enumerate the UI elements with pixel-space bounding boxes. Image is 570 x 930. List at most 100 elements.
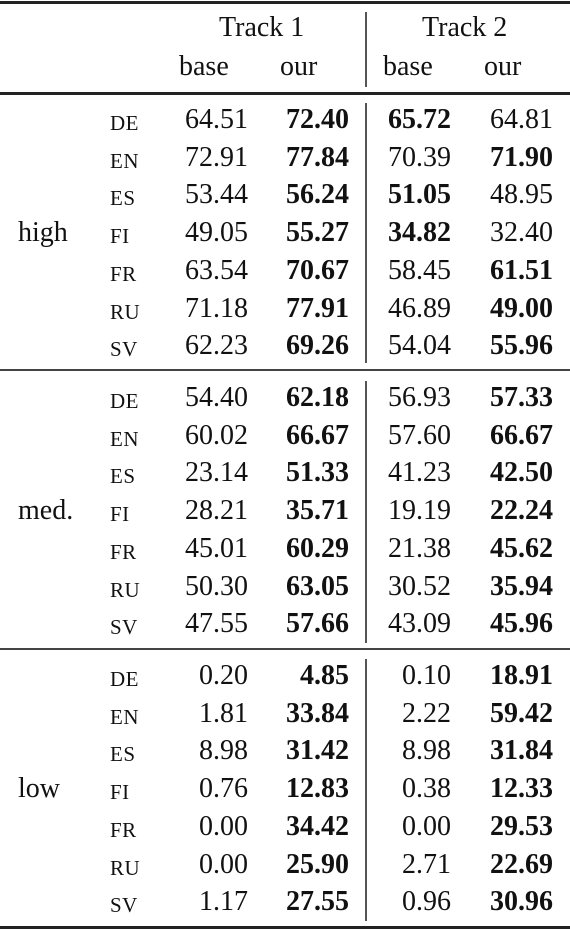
score-t2-base: 57.60 (388, 419, 451, 451)
score-t2-our: 59.42 (490, 697, 553, 729)
score-t1-base: 0.00 (199, 848, 248, 880)
score-t1-our: 35.71 (286, 495, 349, 527)
score-t1-base: 0.76 (199, 773, 248, 805)
score-t1-base: 49.05 (185, 217, 248, 249)
language-code: DE (110, 111, 139, 135)
score-t2-our: 29.53 (490, 810, 553, 842)
track-1-header: Track 1 (219, 12, 305, 43)
score-t1-base: 53.44 (185, 179, 248, 211)
score-t1-base: 1.17 (199, 886, 248, 918)
score-t1-base: 64.51 (185, 104, 248, 135)
score-t2-base: 30.52 (388, 570, 451, 602)
score-t2-our: 18.91 (490, 660, 553, 691)
header-rule (0, 92, 570, 95)
language-code: EN (110, 704, 139, 729)
score-t2-our: 48.95 (490, 179, 553, 211)
language-code: FR (110, 817, 137, 842)
score-t2-our: 22.24 (490, 495, 553, 527)
score-t2-our: 31.84 (490, 735, 553, 767)
track-2-base-header: base (383, 51, 433, 82)
language-code: FI (110, 502, 130, 527)
language-code: FI (110, 224, 130, 249)
score-t2-base: 54.04 (388, 330, 451, 362)
top-rule (0, 1, 570, 4)
score-t2-base: 65.72 (388, 104, 451, 135)
score-t1-our: 31.42 (286, 735, 349, 767)
score-t1-our: 4.85 (300, 660, 349, 691)
score-t1-our: 56.24 (286, 179, 349, 211)
language-code: ES (110, 742, 136, 767)
group-divider-high-med (0, 369, 570, 371)
score-t1-base: 8.98 (199, 735, 248, 767)
track-2-our-header: our (484, 51, 522, 82)
score-t1-our: 72.40 (286, 104, 349, 135)
score-t2-our: 64.81 (490, 104, 553, 135)
score-t1-base: 0.00 (199, 810, 248, 842)
score-t1-base: 50.30 (185, 570, 248, 602)
language-code: SV (110, 337, 138, 362)
score-t1-base: 23.14 (185, 457, 248, 489)
language-code: DE (110, 667, 139, 691)
score-t1-our: 57.66 (286, 608, 349, 640)
bottom-rule (0, 926, 570, 929)
score-t2-base: 43.09 (388, 608, 451, 640)
group-label: med. (18, 495, 74, 527)
score-t1-our: 77.91 (286, 292, 349, 324)
score-t2-base: 2.71 (402, 848, 451, 880)
language-code: ES (110, 186, 136, 211)
track-1-base-header: base (179, 51, 229, 82)
score-t1-base: 0.20 (199, 660, 248, 691)
score-t2-base: 56.93 (388, 382, 451, 413)
track-separator-header (365, 12, 367, 87)
language-code: ES (110, 464, 136, 489)
score-t1-base: 47.55 (185, 608, 248, 640)
score-t1-our: 77.84 (286, 141, 349, 173)
track-1-our-header: our (280, 51, 318, 82)
score-t1-our: 60.29 (286, 532, 349, 564)
language-code: DE (110, 389, 139, 413)
score-t1-base: 28.21 (185, 495, 248, 527)
track-2-header: Track 2 (422, 12, 508, 43)
score-t2-our: 35.94 (490, 570, 553, 602)
language-code: SV (110, 893, 138, 918)
language-code: RU (110, 299, 141, 324)
score-t2-base: 21.38 (388, 532, 451, 564)
score-t1-our: 33.84 (286, 697, 349, 729)
language-code: FR (110, 539, 137, 564)
score-t1-base: 71.18 (185, 292, 248, 324)
score-t1-our: 25.90 (286, 848, 349, 880)
score-t1-base: 45.01 (185, 532, 248, 564)
score-t1-our: 69.26 (286, 330, 349, 362)
score-t2-base: 58.45 (388, 254, 451, 286)
score-t1-base: 1.81 (199, 697, 248, 729)
score-t2-base: 34.82 (388, 217, 451, 249)
score-t1-our: 62.18 (286, 382, 349, 413)
score-t2-base: 0.00 (402, 810, 451, 842)
score-t1-our: 70.67 (286, 254, 349, 286)
score-t2-base: 70.39 (388, 141, 451, 173)
score-t1-our: 51.33 (286, 457, 349, 489)
score-t2-base: 8.98 (402, 735, 451, 767)
score-t2-our: 22.69 (490, 848, 553, 880)
score-t2-our: 61.51 (490, 254, 553, 286)
score-t2-our: 32.40 (490, 217, 553, 249)
score-t1-our: 12.83 (286, 773, 349, 805)
score-t1-base: 63.54 (185, 254, 248, 286)
score-t1-our: 27.55 (286, 886, 349, 918)
language-code: FR (110, 261, 137, 286)
score-t2-our: 66.67 (490, 419, 553, 451)
score-t2-our: 55.96 (490, 330, 553, 362)
score-t2-our: 45.96 (490, 608, 553, 640)
score-t2-base: 46.89 (388, 292, 451, 324)
score-t2-our: 49.00 (490, 292, 553, 324)
score-t2-our: 71.90 (490, 141, 553, 173)
language-code: EN (110, 426, 139, 451)
language-code: SV (110, 615, 138, 640)
score-t2-base: 0.10 (402, 660, 451, 691)
language-code: RU (110, 855, 141, 880)
score-t1-base: 54.40 (185, 382, 248, 413)
score-t2-base: 51.05 (388, 179, 451, 211)
score-t2-our: 42.50 (490, 457, 553, 489)
score-t2-base: 0.38 (402, 773, 451, 805)
score-t2-base: 19.19 (388, 495, 451, 527)
